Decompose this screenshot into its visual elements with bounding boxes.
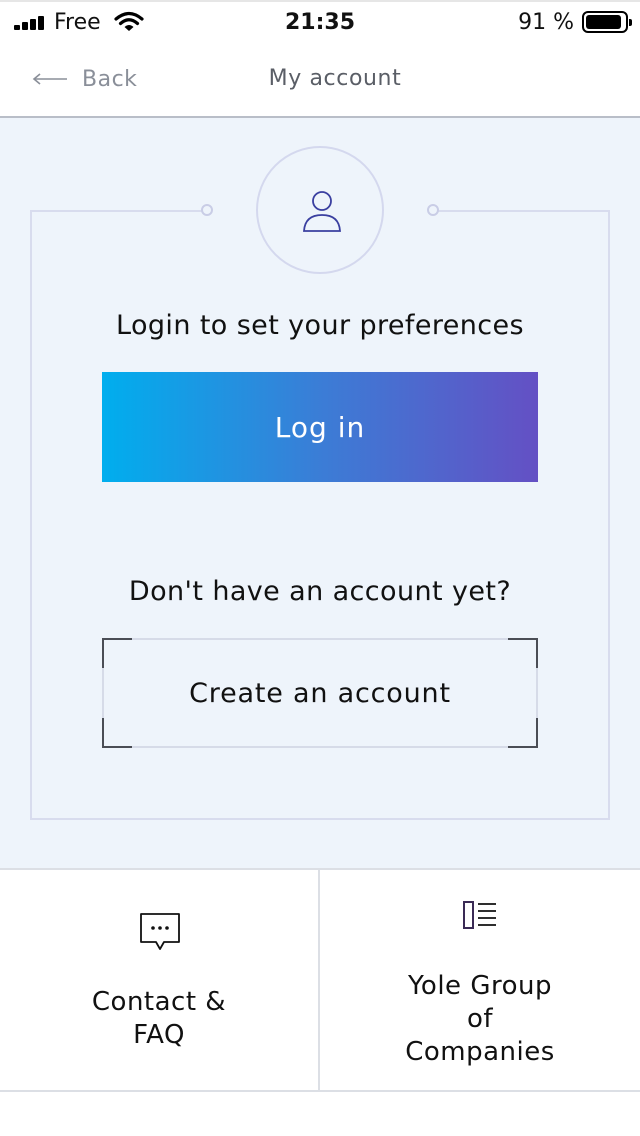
battery-fill	[586, 15, 621, 29]
card-top-border-right	[438, 210, 610, 212]
page-title: My account	[268, 66, 402, 91]
login-button-label: Log in	[274, 410, 366, 444]
no-account-prompt: Don't have an account yet?	[128, 576, 512, 607]
corner-bracket	[102, 718, 132, 748]
yole-group-tile[interactable]: Yole Group of Companies	[320, 870, 640, 1090]
account-panel: Login to set your preferences Log in Don…	[0, 118, 640, 868]
login-button[interactable]: Log in	[102, 372, 538, 482]
card-top-border-left	[30, 210, 202, 212]
list-icon	[463, 901, 496, 929]
contact-label-line2: FAQ	[133, 1020, 185, 1050]
corner-bracket	[102, 638, 132, 668]
contact-label-line1: Contact &	[91, 987, 227, 1017]
battery-icon	[582, 11, 632, 33]
nav-bar: Back My account	[0, 40, 640, 118]
chat-bubble-icon	[140, 913, 180, 950]
battery-percent: 91 %	[518, 10, 574, 35]
bottom-tiles: Contact & FAQ Yole Group of Companies	[0, 868, 640, 1092]
contact-faq-tile[interactable]: Contact & FAQ	[0, 870, 320, 1090]
corner-bracket	[508, 718, 538, 748]
create-account-button[interactable]: Create an account	[102, 638, 538, 748]
avatar	[256, 146, 384, 274]
create-account-label: Create an account	[189, 677, 451, 709]
decorative-dot-right	[427, 204, 439, 216]
decorative-dot-left	[201, 204, 213, 216]
status-bar: Free 21:35 91 %	[0, 0, 640, 40]
corner-bracket	[508, 638, 538, 668]
yole-label-line2: of	[466, 1004, 494, 1034]
yole-label-line1: Yole Group	[408, 971, 552, 1001]
yole-label-line3: Companies	[405, 1037, 555, 1067]
user-icon	[303, 191, 341, 232]
login-prompt: Login to set your preferences	[116, 310, 524, 341]
